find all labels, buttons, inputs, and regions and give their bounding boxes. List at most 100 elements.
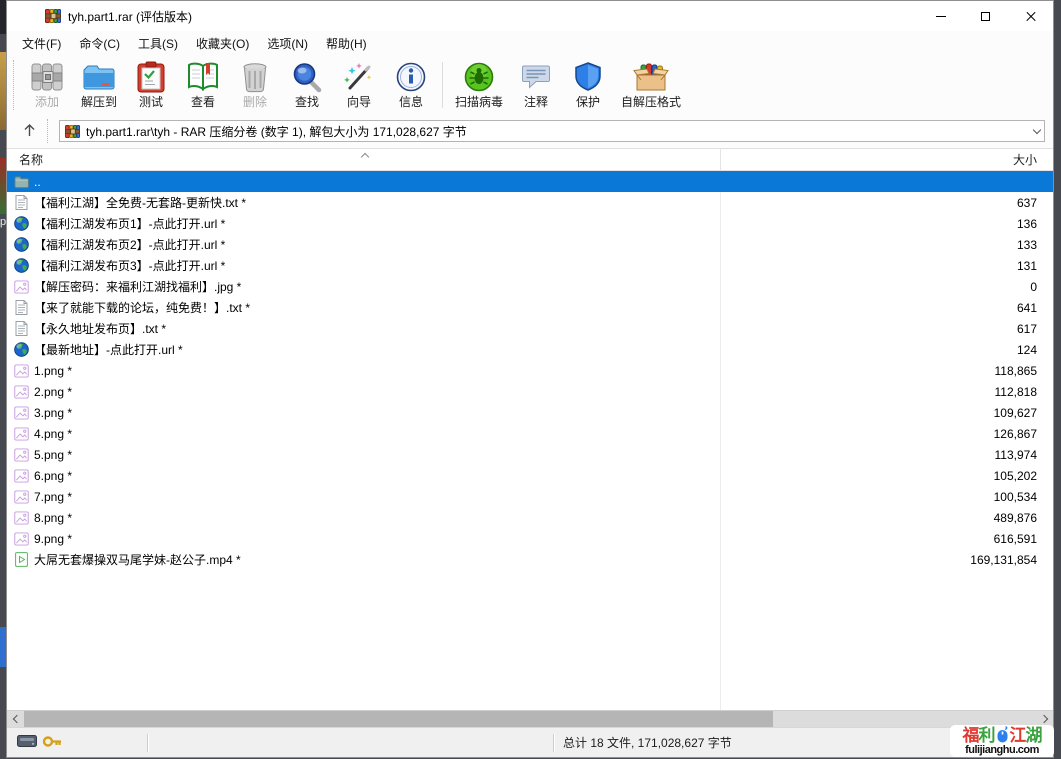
file-size: 489,876 [723,511,1053,525]
file-size: 637 [723,196,1053,210]
disk-icon[interactable] [17,735,37,750]
file-name: 5.png * [34,448,723,462]
table-row[interactable]: 【来了就能下载的论坛，纯免费！】.txt *641 [7,297,1053,318]
menu-commands[interactable]: 命令(C) [70,31,129,56]
info-button[interactable]: 信息 [385,58,437,112]
scrollbar-thumb[interactable] [24,711,773,727]
image-file-icon [13,406,29,420]
table-row[interactable]: 【解压密码：来福利江湖找福利】.jpg *0 [7,276,1053,297]
file-name: .. [34,175,723,189]
table-row[interactable]: 【永久地址发布页】.txt *617 [7,318,1053,339]
column-divider[interactable] [720,149,721,170]
text-file-icon [13,321,29,336]
winrar-app-icon [45,9,61,23]
table-row[interactable]: 1.png *118,865 [7,360,1053,381]
table-row[interactable]: 【最新地址】-点此打开.url *124 [7,339,1053,360]
minimize-button[interactable] [918,1,963,31]
table-row[interactable]: 【福利江湖】全免费-无套路-更新快.txt *637 [7,192,1053,213]
image-file-icon [13,364,29,378]
globe-icon [13,216,29,231]
protect-shield-button[interactable]: 保护 [562,58,614,112]
chevron-down-icon[interactable] [1033,125,1041,133]
table-row[interactable]: 6.png *105,202 [7,465,1053,486]
file-size: 109,627 [723,406,1053,420]
horizontal-scrollbar[interactable] [7,710,1053,727]
maximize-button[interactable] [963,1,1008,31]
sfx-box-icon [633,60,669,93]
maximize-icon [981,12,990,21]
table-row[interactable]: 9.png *616,591 [7,528,1053,549]
table-row[interactable]: .. [7,171,1053,192]
menu-tools[interactable]: 工具(S) [129,31,187,56]
watermark-char: 江 [1010,727,1026,744]
list-header: 名称 大小 [7,149,1053,171]
table-row[interactable]: 3.png *109,627 [7,402,1053,423]
file-name: 8.png * [34,511,723,525]
extract-folder-button[interactable]: 解压到 [73,58,125,112]
watermark-char: 福 [963,727,979,744]
virus-scan-button[interactable]: 扫描病毒 [448,58,510,112]
fulijianghu-watermark: 福利 江湖 fulijianghu.com [950,725,1054,757]
file-size: 169,131,854 [723,553,1053,567]
table-row[interactable]: 5.png *113,974 [7,444,1053,465]
key-icon[interactable] [42,735,62,751]
toolbar-button-label: 删除 [243,93,267,110]
file-name: 【永久地址发布页】.txt * [34,320,723,337]
table-row[interactable]: 大屌无套爆操双马尾学妹-赵公子.mp4 *169,131,854 [7,549,1053,570]
file-name: 3.png * [34,406,723,420]
sfx-box-button[interactable]: 自解压格式 [614,58,688,112]
file-size: 112,818 [723,385,1053,399]
file-size: 616,591 [723,532,1053,546]
up-directory-button[interactable] [15,119,43,143]
globe-icon [13,342,29,357]
file-name: 大屌无套爆操双马尾学妹-赵公子.mp4 * [34,551,723,568]
image-file-icon [13,511,29,525]
image-file-icon [13,385,29,399]
table-row[interactable]: 【福利江湖发布页1】-点此打开.url *136 [7,213,1053,234]
image-file-icon [13,448,29,462]
table-row[interactable]: 8.png *489,876 [7,507,1053,528]
toolbar-button-label: 自解压格式 [621,93,681,110]
menu-help[interactable]: 帮助(H) [317,31,376,56]
table-row[interactable]: 7.png *100,534 [7,486,1053,507]
archive-icon [65,125,80,138]
wizard-wand-button[interactable]: 向导 [333,58,385,112]
watermark-logo: 福利 江湖 [952,725,1052,745]
info-icon [395,60,427,93]
toolbar-button-label: 保护 [576,93,600,110]
extract-folder-icon [82,60,116,93]
menu-file[interactable]: 文件(F) [13,31,70,56]
toolbar-button-label: 信息 [399,93,423,110]
column-header-size[interactable]: 大小 [1013,151,1037,168]
toolbar-button-label: 向导 [347,93,371,110]
table-row[interactable]: 4.png *126,867 [7,423,1053,444]
scroll-left-button[interactable] [7,711,24,727]
file-size: 105,202 [723,469,1053,483]
text-file-icon [13,195,29,210]
comment-button[interactable]: 注释 [510,58,562,112]
image-file-icon [13,280,29,294]
test-clipboard-button[interactable]: 测试 [125,58,177,112]
table-row[interactable]: 【福利江湖发布页3】-点此打开.url *131 [7,255,1053,276]
menu-favorites[interactable]: 收藏夹(O) [187,31,258,56]
find-magnifier-button[interactable]: 查找 [281,58,333,112]
toolbar-button-label: 解压到 [81,93,117,110]
menu-options[interactable]: 选项(N) [258,31,317,56]
folder-up-icon [13,175,29,189]
close-button[interactable] [1008,1,1053,31]
minimize-icon [936,16,946,17]
column-header-name[interactable]: 名称 [7,151,43,168]
globe-icon [13,237,29,252]
address-combo[interactable]: tyh.part1.rar\tyh - RAR 压缩分卷 (数字 1), 解包大… [59,120,1045,142]
file-name: 9.png * [34,532,723,546]
view-book-button[interactable]: 查看 [177,58,229,112]
file-name: 6.png * [34,469,723,483]
table-row[interactable]: 【福利江湖发布页2】-点此打开.url *133 [7,234,1053,255]
file-name: 【解压密码：来福利江湖找福利】.jpg * [34,278,723,295]
file-name: 2.png * [34,385,723,399]
table-row[interactable]: 2.png *112,818 [7,381,1053,402]
toolbar: 添加解压到测试查看删除查找向导信息扫描病毒注释保护自解压格式 [7,56,1053,114]
text-file-icon [13,300,29,315]
close-icon [1025,10,1037,22]
toolbar-button-label: 注释 [524,93,548,110]
